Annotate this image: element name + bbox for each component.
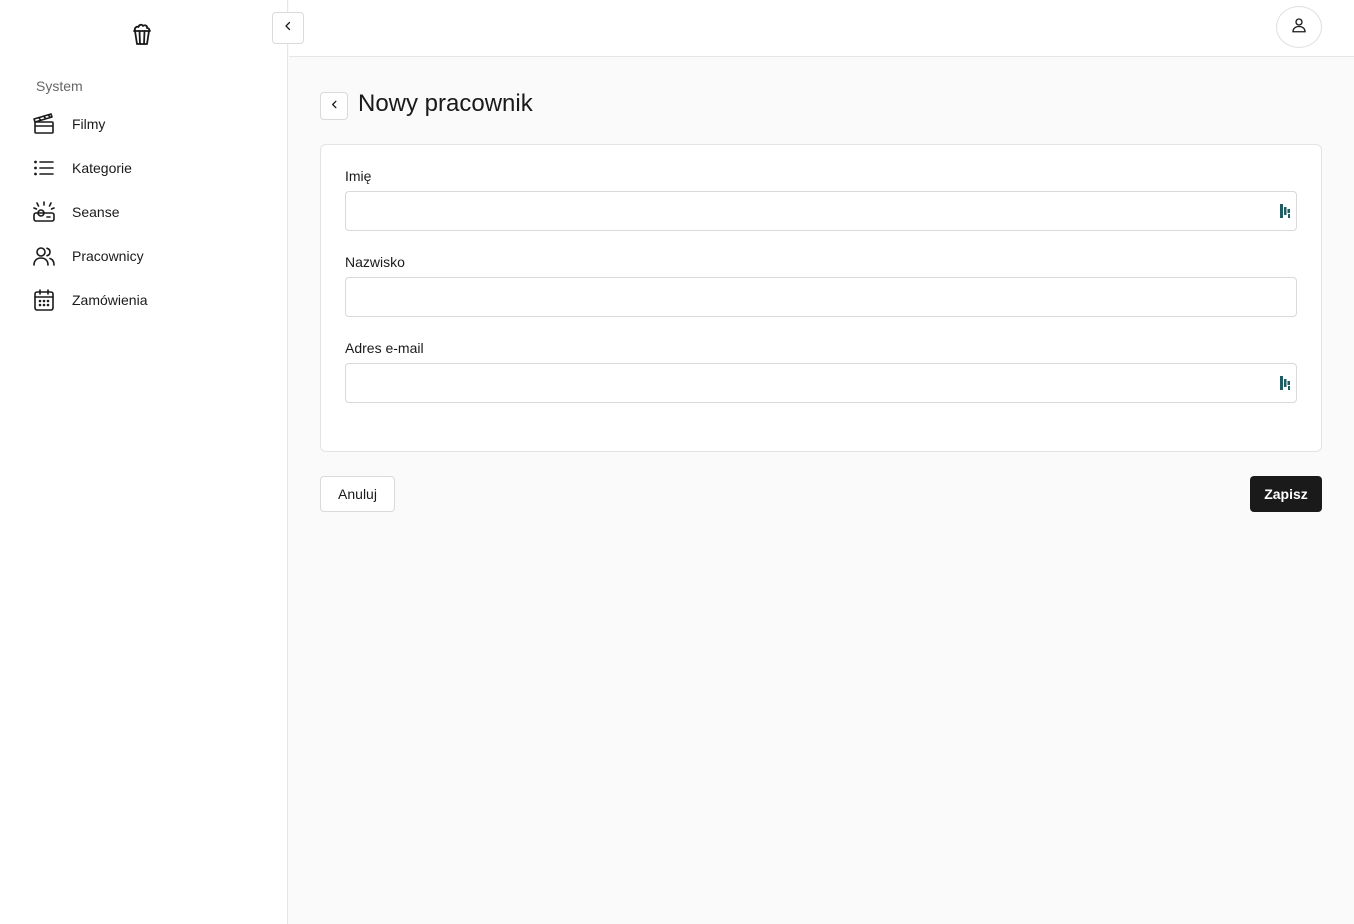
back-button[interactable] <box>320 92 348 120</box>
list-icon <box>32 156 56 180</box>
top-bar <box>289 0 1354 57</box>
password-manager-icon[interactable] <box>1280 376 1292 390</box>
collapse-sidebar-button[interactable] <box>272 12 304 44</box>
sidebar-item-label: Filmy <box>72 116 106 132</box>
user-icon <box>1290 16 1308 39</box>
cancel-button[interactable]: Anuluj <box>320 476 395 512</box>
last-name-label: Nazwisko <box>345 254 405 270</box>
employee-form-card: Imię Nazwisko Adres e-mail <box>320 144 1322 452</box>
calendar-icon <box>32 288 56 312</box>
clapperboard-icon <box>32 112 56 136</box>
email-label: Adres e-mail <box>345 340 424 356</box>
user-menu-button[interactable] <box>1276 6 1322 48</box>
users-icon <box>32 244 56 268</box>
save-button[interactable]: Zapisz <box>1250 476 1322 512</box>
chevron-left-icon <box>282 19 294 37</box>
sidebar-item-filmy[interactable]: Filmy <box>0 102 288 146</box>
page-title: Nowy pracownik <box>358 90 533 117</box>
popcorn-icon[interactable] <box>130 22 154 46</box>
sidebar: System Filmy Kategorie Seanse Pracownicy… <box>0 0 288 924</box>
sidebar-item-label: Seanse <box>72 204 120 220</box>
sidebar-section-label: System <box>36 78 83 94</box>
sidebar-nav: Filmy Kategorie Seanse Pracownicy Zamówi… <box>0 102 288 322</box>
first-name-label: Imię <box>345 168 372 184</box>
sidebar-item-label: Kategorie <box>72 160 132 176</box>
projector-icon <box>32 200 56 224</box>
password-manager-icon[interactable] <box>1280 204 1292 218</box>
sidebar-item-pracownicy[interactable]: Pracownicy <box>0 234 288 278</box>
sidebar-item-zamowienia[interactable]: Zamówienia <box>0 278 288 322</box>
email-input[interactable] <box>345 363 1297 403</box>
last-name-input[interactable] <box>345 277 1297 317</box>
sidebar-item-kategorie[interactable]: Kategorie <box>0 146 288 190</box>
first-name-input[interactable] <box>345 191 1297 231</box>
sidebar-item-seanse[interactable]: Seanse <box>0 190 288 234</box>
sidebar-item-label: Pracownicy <box>72 248 144 264</box>
sidebar-item-label: Zamówienia <box>72 292 148 308</box>
chevron-left-icon <box>329 97 340 115</box>
